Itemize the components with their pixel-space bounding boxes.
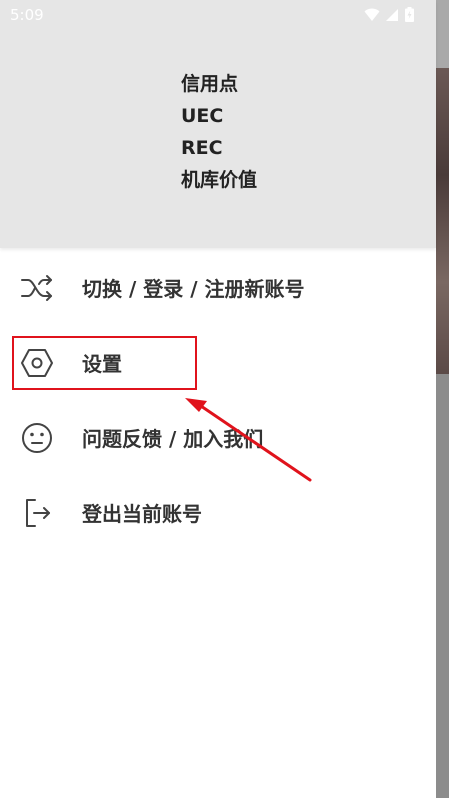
wifi-icon [364, 8, 380, 22]
annotation-highlight-box [12, 336, 197, 390]
background-app-image [436, 68, 449, 374]
cell-signal-icon [386, 8, 399, 22]
stat-hangar-value: 机库价值 [181, 169, 258, 191]
drawer-menu: 切换 / 登录 / 注册新账号 设置 问题反馈 / 加入我们 登出当前账号 [0, 250, 436, 550]
stat-uec: UEC [181, 105, 224, 127]
menu-item-label: 登出当前账号 [82, 502, 202, 526]
status-time: 5:09 [10, 6, 44, 24]
logout-icon [19, 495, 55, 531]
stat-credits: 信用点 [181, 73, 239, 95]
background-app-edge [436, 0, 449, 798]
shuffle-icon [19, 270, 55, 306]
menu-item-label: 问题反馈 / 加入我们 [82, 427, 264, 451]
menu-item-logout[interactable]: 登出当前账号 [0, 475, 436, 550]
navigation-drawer: 5:09 信用点 UEC REC 机库价值 切换 / 登录 / 注册新账号 设置… [0, 0, 436, 798]
status-icons [364, 7, 414, 22]
menu-item-switch-account[interactable]: 切换 / 登录 / 注册新账号 [0, 250, 436, 325]
battery-icon [405, 7, 414, 22]
status-bar: 5:09 [0, 0, 436, 32]
menu-item-label: 切换 / 登录 / 注册新账号 [82, 277, 305, 301]
stat-rec: REC [181, 137, 223, 159]
menu-item-feedback[interactable]: 问题反馈 / 加入我们 [0, 400, 436, 475]
background-app-toolbar [436, 0, 449, 68]
account-stats: 信用点 UEC REC 机库价值 [181, 68, 257, 196]
drawer-header: 5:09 信用点 UEC REC 机库价值 [0, 0, 436, 248]
neutral-face-icon [19, 420, 55, 456]
background-app-content [436, 374, 449, 798]
